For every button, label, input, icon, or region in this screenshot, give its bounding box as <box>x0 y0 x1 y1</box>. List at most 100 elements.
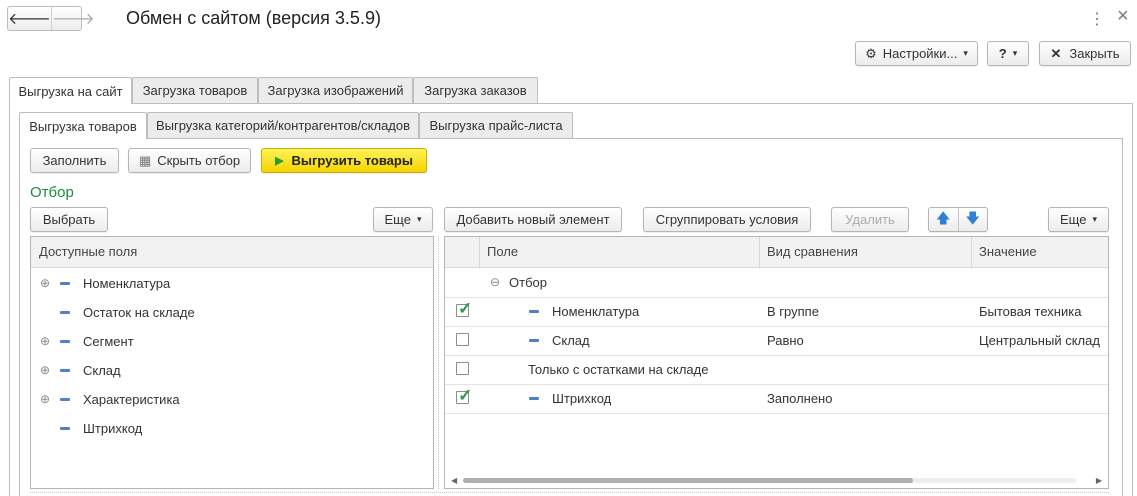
list-item[interactable]: ⊕ Номенклатура <box>31 269 433 298</box>
chevron-down-icon: ▾ <box>1012 48 1018 58</box>
tab-export-to-site[interactable]: Выгрузка на сайт <box>9 77 132 104</box>
condition-field: Склад <box>552 333 590 348</box>
filter-title: Отбор <box>30 184 74 201</box>
table-row[interactable]: Склад Равно Центральный склад <box>445 326 1108 356</box>
tabs-border-right <box>1132 103 1133 496</box>
arrow-up-icon[interactable]: 🡅 <box>929 208 958 232</box>
field-icon <box>60 398 70 401</box>
scroll-left-icon[interactable]: ◀ <box>451 476 457 485</box>
fill-label: Заполнить <box>42 153 107 168</box>
chevron-down-icon: ▾ <box>416 214 422 224</box>
close-window-icon[interactable]: × <box>1117 5 1129 28</box>
subtab-export-goods[interactable]: Выгрузка товаров <box>19 112 147 139</box>
condition-comparison[interactable]: Равно <box>767 326 804 355</box>
row-checkbox[interactable]: ✓ <box>456 386 472 405</box>
scrollbar-thumb[interactable] <box>463 478 913 483</box>
column-header-value[interactable]: Значение <box>971 237 1037 267</box>
panel-splitter[interactable] <box>438 236 440 489</box>
list-item[interactable]: Остаток на складе <box>31 298 433 327</box>
right-more-button[interactable]: Еще ▾ <box>1048 207 1109 232</box>
condition-comparison[interactable]: В группе <box>767 297 819 326</box>
field-label: Характеристика <box>83 392 180 407</box>
play-icon: ▶ <box>275 155 284 167</box>
field-icon <box>60 369 70 372</box>
expand-plus-icon[interactable]: ⊕ <box>40 364 50 376</box>
tabs-border <box>9 103 1133 104</box>
tab-label: Загрузка изображений <box>267 83 404 98</box>
available-fields-header: Доступные поля <box>31 237 433 268</box>
list-item[interactable]: Штрихкод <box>31 414 433 443</box>
bottom-divider <box>30 492 1109 494</box>
tab-label: Загрузка заказов <box>424 83 527 98</box>
subtabs-border-right <box>1122 138 1123 496</box>
available-fields-table[interactable]: Доступные поля ⊕ Номенклатура Остаток на… <box>30 236 434 489</box>
expand-plus-icon[interactable]: ⊕ <box>40 277 50 289</box>
column-header: Доступные поля <box>39 244 138 259</box>
arrow-right-icon[interactable]: 🡒 <box>52 7 95 30</box>
filter-icon: ▦ <box>138 152 152 168</box>
table-row[interactable]: ✓ Номенклатура В группе Бытовая техника <box>445 297 1108 327</box>
field-icon <box>60 311 70 314</box>
tab-import-goods[interactable]: Загрузка товаров <box>132 77 258 103</box>
condition-value[interactable]: Центральный склад <box>979 326 1100 355</box>
expand-plus-icon[interactable]: ⊕ <box>40 335 50 347</box>
field-label: Штрихкод <box>83 421 143 436</box>
hide-filter-button[interactable]: ▦ Скрыть отбор <box>128 148 251 173</box>
delete-button[interactable]: Удалить <box>831 207 909 232</box>
subtab-export-pricelist[interactable]: Выгрузка прайс-листа <box>419 112 573 138</box>
subtab-label: Выгрузка прайс-листа <box>429 118 563 133</box>
export-goods-label: Выгрузить товары <box>291 153 413 168</box>
list-item[interactable]: ⊕ Склад <box>31 356 433 385</box>
subtabs-border-left <box>19 138 20 496</box>
condition-comparison[interactable]: Заполнено <box>767 384 832 413</box>
choose-button[interactable]: Выбрать <box>30 207 108 232</box>
close-button[interactable]: ✕ Закрыть <box>1039 41 1131 66</box>
help-button[interactable]: ? ▾ <box>987 41 1029 66</box>
conditions-table[interactable]: Поле Вид сравнения Значение ⊖ Отбор ✓ Но… <box>444 236 1109 489</box>
add-element-button[interactable]: Добавить новый элемент <box>444 207 622 232</box>
horizontal-scrollbar[interactable]: ◀ ▶ <box>451 476 1102 485</box>
expand-plus-icon[interactable]: ⊕ <box>40 393 50 405</box>
tab-import-images[interactable]: Загрузка изображений <box>258 77 413 103</box>
tab-import-orders[interactable]: Загрузка заказов <box>413 77 538 103</box>
condition-value[interactable]: Бытовая техника <box>979 297 1081 326</box>
fill-button[interactable]: Заполнить <box>30 148 119 173</box>
settings-button[interactable]: ⚙ Настройки... ▾ <box>855 41 978 66</box>
arrow-left-icon[interactable]: 🡐 <box>8 7 51 30</box>
field-icon <box>60 340 70 343</box>
field-label: Остаток на складе <box>83 305 195 320</box>
list-item[interactable]: ⊕ Характеристика <box>31 385 433 414</box>
chevron-down-icon: ▾ <box>963 48 968 58</box>
arrow-down-icon[interactable]: 🡇 <box>959 208 988 232</box>
help-label: ? <box>998 46 1007 61</box>
gear-icon: ⚙ <box>865 45 877 61</box>
table-row[interactable]: Только с остатками на складе <box>445 355 1108 385</box>
list-item[interactable]: ⊕ Сегмент <box>31 327 433 356</box>
column-header-comparison[interactable]: Вид сравнения <box>759 237 858 267</box>
group-conditions-label: Сгруппировать условия <box>655 212 799 227</box>
close-label: Закрыть <box>1069 46 1120 61</box>
more-menu-icon[interactable]: ⋮ <box>1089 9 1105 29</box>
subtabs-border <box>19 138 1123 139</box>
more-label: Еще <box>1060 212 1087 227</box>
column-header-field[interactable]: Поле <box>479 237 518 267</box>
conditions-header: Поле Вид сравнения Значение <box>445 237 1108 268</box>
scroll-right-icon[interactable]: ▶ <box>1096 476 1102 485</box>
move-buttons: 🡅 🡇 <box>928 207 988 232</box>
row-checkbox[interactable] <box>456 333 469 346</box>
left-more-button[interactable]: Еще ▾ <box>373 207 433 232</box>
export-goods-button[interactable]: ▶ Выгрузить товары <box>261 148 427 173</box>
table-row[interactable]: ✓ Штрихкод Заполнено <box>445 384 1108 414</box>
history-nav: 🡐 🡒 <box>7 6 95 31</box>
add-element-label: Добавить новый элемент <box>456 212 610 227</box>
collapse-minus-icon[interactable]: ⊖ <box>490 276 500 288</box>
field-icon <box>60 427 70 430</box>
row-checkbox[interactable] <box>456 362 469 375</box>
checkmark-icon: ✓ <box>458 386 473 405</box>
table-row-root[interactable]: ⊖ Отбор <box>445 268 1108 298</box>
group-conditions-button[interactable]: Сгруппировать условия <box>643 207 811 232</box>
condition-field: Штрихкод <box>552 391 612 406</box>
tab-label: Выгрузка на сайт <box>18 83 123 99</box>
subtab-export-categories[interactable]: Выгрузка категорий/контрагентов/складов <box>147 112 419 138</box>
row-checkbox[interactable]: ✓ <box>456 299 472 318</box>
